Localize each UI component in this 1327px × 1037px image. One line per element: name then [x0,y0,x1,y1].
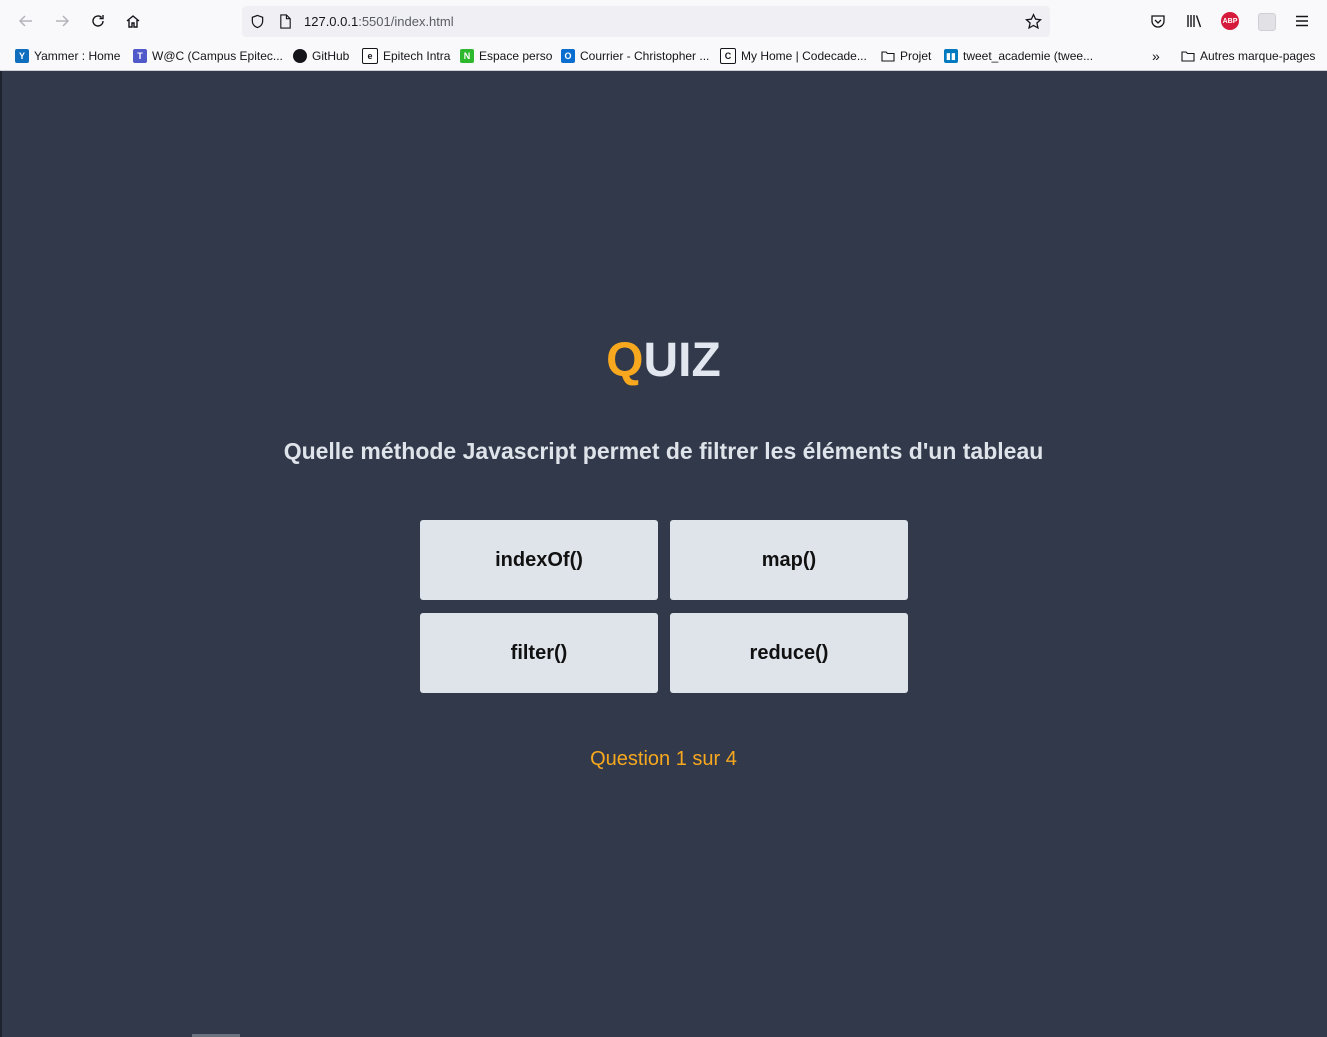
bookmark-codecademy[interactable]: C My Home | Codecade... [720,47,867,65]
teams-icon: T [133,49,147,63]
codecademy-icon: C [720,48,736,64]
bookmark-label: Epitech Intra [383,49,451,63]
answer-button-map[interactable]: map() [670,520,908,600]
forward-arrow-icon [56,15,70,27]
bookmark-yammer[interactable]: Y Yammer : Home [15,47,120,65]
bookmark-github[interactable]: GitHub [293,47,349,65]
bookmarks-toolbar: Y Yammer : Home T W@C (Campus Epitec... Gi… [0,44,1327,68]
bookmark-label: Espace perso [479,49,553,63]
address-bar[interactable]: 127.0.0.1:5501/index.html [242,6,1050,37]
chevron-double-right-icon: » [1152,48,1160,64]
question-counter: Question 1 sur 4 [590,748,737,770]
bookmark-label: tweet_academie (twee... [963,49,1094,63]
folder-icon [881,51,895,62]
pocket-icon[interactable] [1150,13,1166,29]
answer-button-reduce[interactable]: reduce() [670,613,908,693]
epitech-icon: e [362,48,378,64]
url-path: :5501/index.html [358,14,454,29]
bookmark-label: Autres marque-pages [1200,49,1316,63]
back-button[interactable] [14,9,38,33]
quiz-title-rest: UIZ [643,334,721,387]
bookmark-tweet-academie[interactable]: ▮▮ tweet_academie (twee... [944,47,1093,65]
folder-icon [1181,51,1195,62]
page-icon [280,14,291,29]
outlook-icon: O [561,49,575,63]
bookmark-folder-projet[interactable]: Projet [881,47,931,65]
yammer-icon: Y [15,49,29,63]
home-button[interactable] [121,9,145,33]
bookmark-other-folder[interactable]: Autres marque-pages [1181,47,1315,65]
navigation-toolbar: 127.0.0.1:5501/index.html ABP [0,0,1327,42]
back-arrow-icon [18,15,32,27]
extension-icon[interactable] [1258,13,1276,31]
quiz-page: QUIZ Quelle méthode Javascript permet de… [0,71,1327,1037]
bookmark-star-icon[interactable] [1025,13,1042,30]
answer-button-indexof[interactable]: indexOf() [420,520,658,600]
menu-icon[interactable] [1295,14,1309,28]
quiz-title: QUIZ [0,333,1327,388]
trello-icon: ▮▮ [944,49,958,63]
question-text: Quelle méthode Javascript permet de filt… [283,438,1044,464]
github-icon [293,49,307,63]
bookmark-label: My Home | Codecade... [741,49,867,63]
answer-button-filter[interactable]: filter() [420,613,658,693]
quiz-title-accent: Q [606,334,644,387]
forward-button[interactable] [50,9,74,33]
url-host: 127.0.0.1 [304,14,359,29]
bookmark-epitech[interactable]: e Epitech Intra [362,47,450,65]
espace-perso-icon: N [460,49,474,63]
bookmark-label: W@C (Campus Epitec... [152,49,283,63]
bookmark-label: GitHub [312,49,350,63]
url-text[interactable]: 127.0.0.1:5501/index.html [304,14,454,29]
adblock-plus-icon[interactable]: ABP [1221,12,1239,30]
bookmark-label: Yammer : Home [34,49,121,63]
browser-chrome: 127.0.0.1:5501/index.html ABP Y Yammer : … [0,0,1327,71]
bookmark-label: Projet [900,49,932,63]
shield-icon [251,14,264,29]
bookmark-courrier[interactable]: O Courrier - Christopher ... [561,47,709,65]
bookmark-wac[interactable]: T W@C (Campus Epitec... [133,47,283,65]
reload-button[interactable] [86,9,110,33]
bookmark-espace-perso[interactable]: N Espace perso [460,47,552,65]
bookmark-label: Courrier - Christopher ... [580,49,710,63]
home-icon [126,15,140,28]
library-icon[interactable] [1186,13,1203,29]
more-bookmarks-button[interactable]: » [1152,47,1160,65]
reload-icon [92,15,104,27]
